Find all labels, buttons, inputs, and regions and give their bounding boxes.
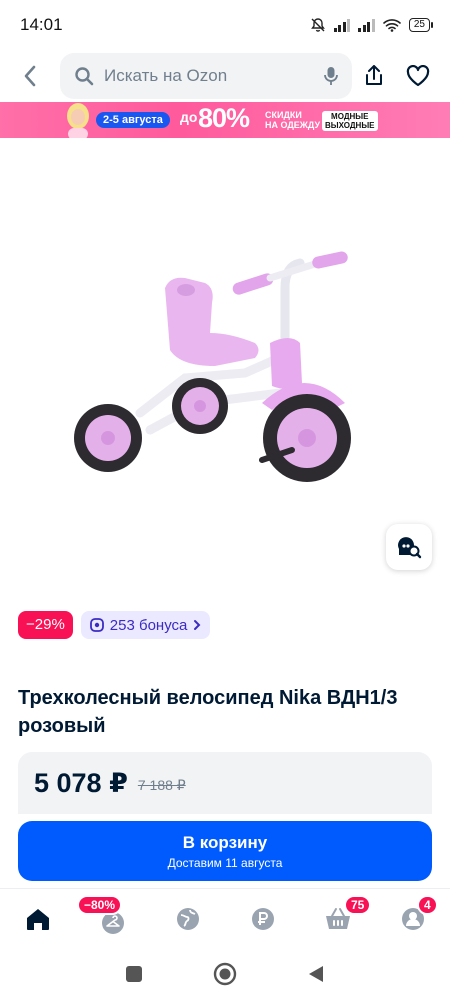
find-similar-button[interactable] — [386, 524, 432, 570]
nav-cart[interactable]: 75 — [300, 889, 375, 948]
back-triangle-icon[interactable] — [307, 964, 325, 984]
battery-icon: 25 — [408, 18, 434, 32]
top-header: Искать на Ozon — [0, 50, 450, 102]
bonus-label: 253 бонуса — [109, 616, 188, 634]
add-to-cart-label: В корзину — [182, 832, 268, 852]
promo-weekend-line2: ВЫХОДНЫЕ — [325, 121, 375, 130]
bonus-icon — [89, 618, 104, 632]
status-time: 14:01 — [20, 15, 63, 34]
chevron-right-icon — [194, 620, 201, 630]
ruble-icon — [251, 907, 274, 930]
wifi-icon — [383, 19, 401, 32]
microphone-icon[interactable] — [324, 66, 338, 86]
search-placeholder: Искать на Ozon — [104, 66, 228, 85]
add-to-cart-button[interactable]: В корзину Доставим 11 августа — [18, 821, 432, 881]
search-icon — [75, 67, 94, 86]
promo-model-image — [67, 103, 89, 138]
signal-icon-2 — [358, 18, 375, 32]
share-icon — [366, 65, 382, 85]
nav-fashion[interactable]: −80% — [75, 889, 150, 948]
nav-finance[interactable] — [225, 889, 300, 948]
profile-badge: 4 — [417, 895, 438, 915]
promo-discount-line2: НА ОДЕЖДУ — [265, 120, 321, 130]
mute-icon — [310, 18, 325, 32]
favorite-button[interactable] — [396, 50, 440, 102]
fashion-badge: −80% — [77, 895, 123, 915]
recent-apps-icon[interactable] — [125, 965, 143, 983]
nav-profile[interactable]: 4 — [375, 889, 450, 948]
heart-icon — [406, 65, 430, 87]
delivery-date: Доставим 11 августа — [167, 855, 283, 870]
status-bar: 14:01 25 — [0, 0, 450, 50]
back-button[interactable] — [0, 50, 60, 102]
promo-upto: до — [180, 109, 198, 125]
product-image[interactable] — [0, 138, 450, 600]
promo-banner[interactable]: 2-5 августа до 80% СКИДКИ НА ОДЕЖДУ МОДН… — [0, 102, 450, 138]
nav-home[interactable] — [0, 889, 75, 948]
search-input[interactable]: Искать на Ozon — [60, 53, 352, 99]
bonus-badge[interactable]: 253 бонуса — [80, 611, 211, 639]
globe-icon — [176, 907, 199, 930]
product-badges: −29% 253 бонуса — [18, 611, 211, 639]
cart-badge: 75 — [344, 895, 372, 915]
product-title: Трехколесный велосипед Nika ВДН1/3 розов… — [18, 687, 398, 737]
current-price: 5 078 ₽ — [34, 767, 128, 798]
share-button[interactable] — [352, 50, 396, 102]
promo-discount-text: СКИДКИ НА ОДЕЖДУ — [265, 110, 320, 130]
promo-weekend-badge: МОДНЫЕ ВЫХОДНЫЕ — [322, 111, 378, 131]
promo-discount-line1: СКИДКИ — [265, 110, 302, 120]
home-circle-icon[interactable] — [213, 962, 237, 986]
promo-percent: 80% — [198, 103, 250, 133]
status-icons: 25 — [310, 17, 434, 33]
home-icon — [26, 908, 49, 930]
signal-icon — [333, 18, 351, 32]
tricycle-image — [74, 251, 351, 482]
old-price: 7 188 ₽ — [137, 776, 186, 793]
discount-badge: −29% — [18, 611, 73, 639]
promo-weekend-line1: МОДНЫЕ — [331, 112, 369, 121]
chevron-left-icon — [24, 65, 36, 87]
bottom-navigation: −80% 75 4 — [0, 888, 450, 948]
visual-search-icon — [398, 537, 422, 559]
promo-dates: 2-5 августа — [96, 112, 170, 128]
nav-explore[interactable] — [150, 889, 225, 948]
system-navigation — [0, 948, 450, 1000]
price-block: 5 078 ₽ 7 188 ₽ — [18, 752, 432, 814]
